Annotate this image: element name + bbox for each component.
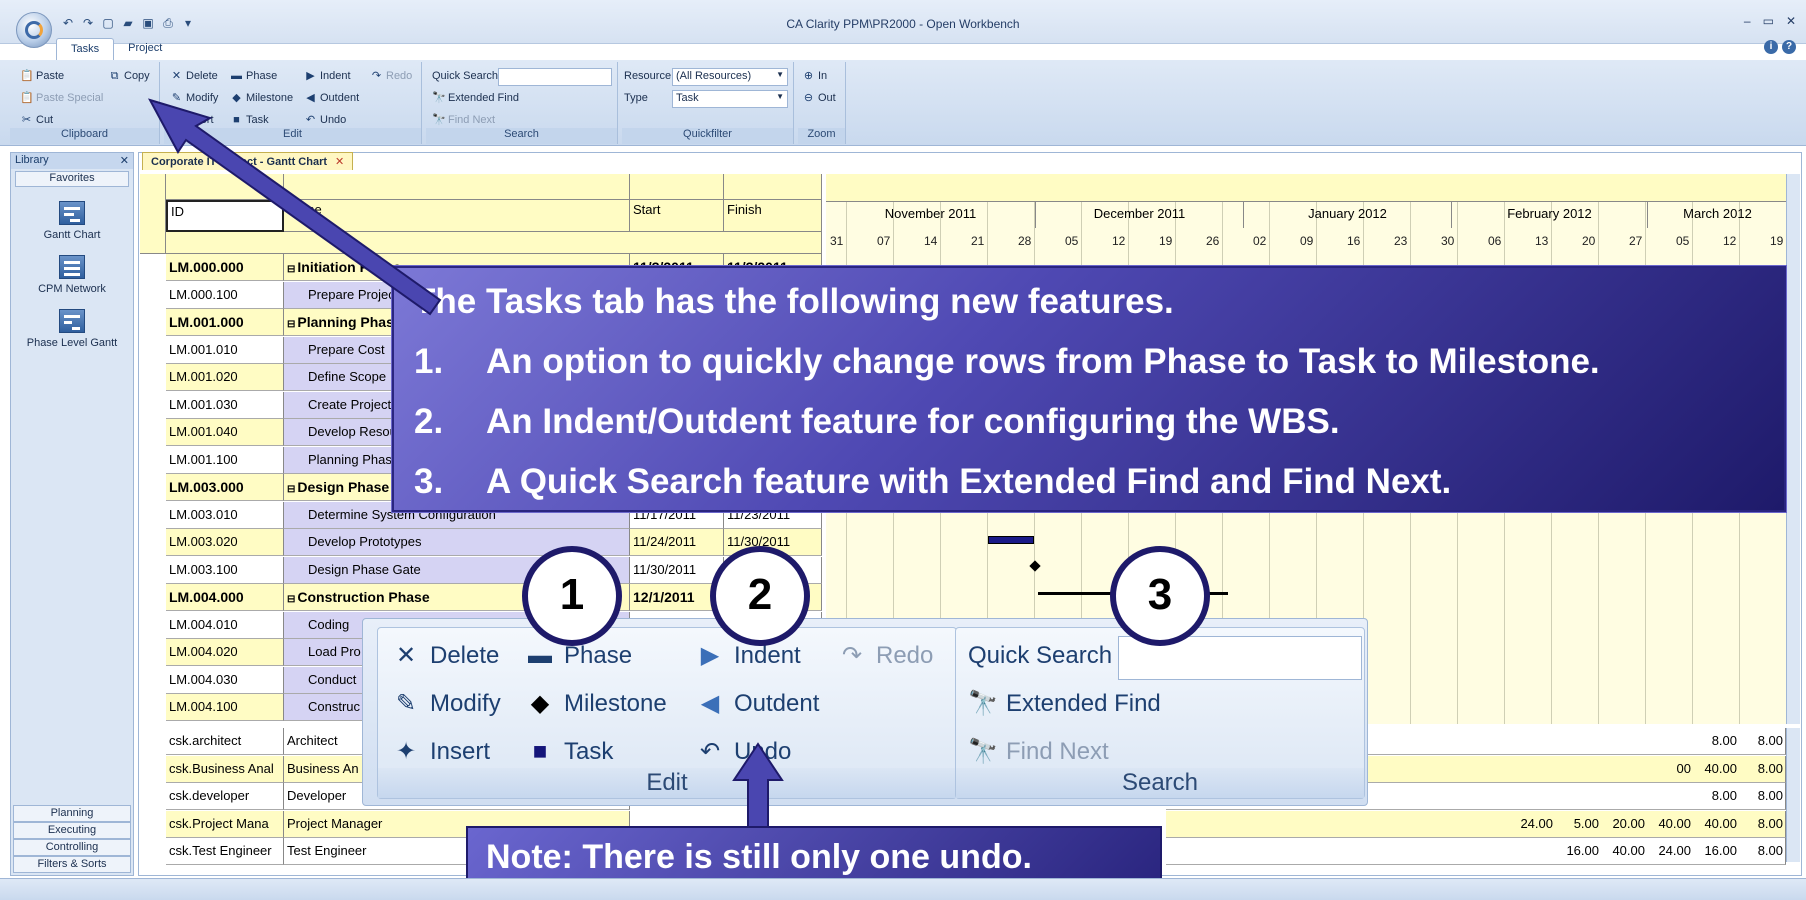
arrow-to-ribbon bbox=[147, 98, 442, 316]
annotation-arrows bbox=[147, 98, 784, 831]
arrow-to-undo bbox=[732, 742, 784, 831]
marker-1: 1 bbox=[522, 546, 622, 646]
marker-2: 2 bbox=[710, 546, 810, 646]
marker-3: 3 bbox=[1110, 546, 1210, 646]
status-bar bbox=[0, 878, 1806, 900]
